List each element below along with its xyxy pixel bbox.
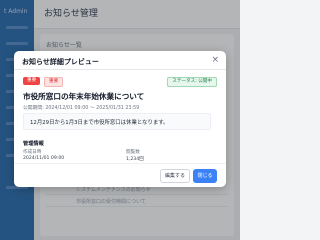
- status-badge: ステータス: 公開中: [167, 77, 217, 87]
- notice-title: 市役所窓口の年末年始休業について: [23, 92, 145, 101]
- notice-body: 12月29日から1月3日まで市役所窓口は休業となります。: [23, 113, 211, 130]
- modal-title: お知らせ詳細プレビュー: [22, 58, 99, 66]
- priority-badge: 重要: [44, 77, 64, 87]
- close-button[interactable]: 閉じる: [193, 169, 217, 183]
- edit-button[interactable]: 編集する: [160, 169, 190, 183]
- close-icon[interactable]: ×: [211, 55, 219, 65]
- created-label: 作成日時: [23, 150, 42, 155]
- views-value: 1,234回: [126, 157, 144, 162]
- views-label: 閲覧数: [126, 150, 140, 155]
- notice-preview-modal: お知らせ詳細プレビュー × 重要 重要 ステータス: 公開中 市役所窓口の年末年…: [14, 51, 226, 187]
- publish-period: 公開期間: 2024/12/01 09:00 〜 2025/01/31 23:5…: [23, 106, 140, 111]
- notice-body-text: 12月29日から1月3日まで市役所窓口は休業となります。: [30, 120, 169, 126]
- management-heading: 管理情報: [23, 141, 44, 147]
- divider: [14, 163, 226, 164]
- created-value: 2024/11/01 09:00: [23, 156, 65, 161]
- divider: [14, 69, 226, 70]
- category-badge: 重要: [23, 77, 41, 85]
